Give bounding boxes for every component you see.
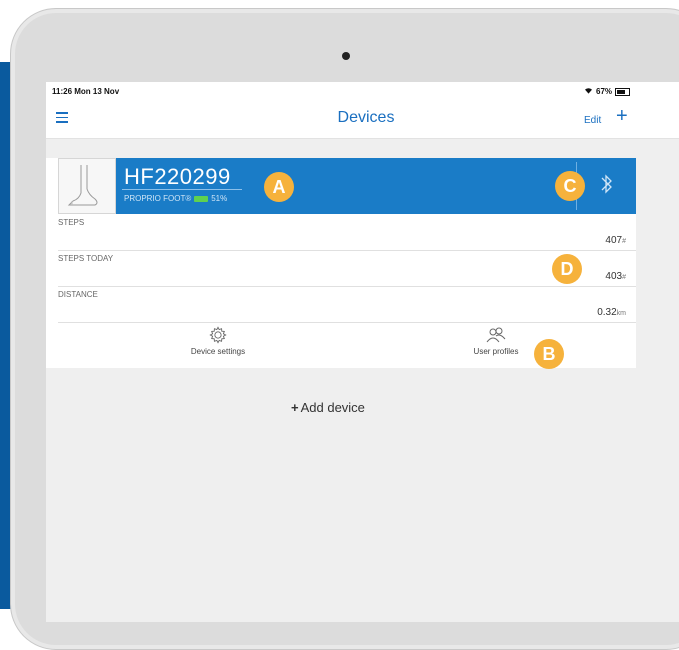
metric-label: DISTANCE (58, 290, 98, 299)
users-icon (486, 327, 506, 343)
bluetooth-icon[interactable] (599, 169, 615, 199)
metric-row-steps: STEPS 407# (58, 214, 636, 251)
battery-percent: 67% (596, 87, 613, 96)
annotation-badge-d: D (552, 254, 582, 284)
device-battery-percent: 51% (211, 194, 228, 203)
app-screen: 11:26 Mon 13 Nov 67% Devices Edit + HF22… (46, 82, 679, 622)
device-battery-icon (194, 195, 209, 202)
metric-row-steps-today: STEPS TODAY 403# (58, 250, 636, 287)
edit-button[interactable]: Edit (584, 115, 601, 126)
wifi-icon (584, 87, 593, 96)
camera-dot (342, 52, 350, 60)
device-card: HF220299 PROPRIO FOOT® 51% STEPS 407# ST… (46, 158, 636, 368)
device-settings-button[interactable]: Device settings (158, 326, 278, 356)
foot-image (58, 158, 116, 214)
annotation-badge-b: B (534, 339, 564, 369)
metric-value: 407# (605, 235, 626, 246)
add-device-label: Add device (300, 400, 365, 415)
name-underline (122, 189, 242, 190)
metric-label: STEPS (58, 218, 85, 227)
plus-icon: + (291, 400, 299, 415)
add-device-button[interactable]: + Add device (291, 400, 365, 415)
metric-value: 0.32km (597, 307, 626, 318)
gear-icon (209, 326, 227, 344)
battery-icon (615, 87, 631, 96)
metric-value: 403# (605, 271, 626, 282)
device-name: HF220299 (124, 164, 231, 189)
device-subtitle: PROPRIO FOOT® 51% (124, 194, 227, 203)
status-time: 11:26 Mon 13 Nov (52, 87, 120, 96)
nav-bar: Devices Edit + (46, 100, 679, 139)
status-bar: 11:26 Mon 13 Nov 67% (46, 82, 679, 100)
metric-row-distance: DISTANCE 0.32km (58, 286, 636, 323)
device-header[interactable]: HF220299 PROPRIO FOOT® 51% (46, 158, 636, 214)
status-indicators: 67% (584, 87, 631, 96)
annotation-badge-a: A (264, 172, 294, 202)
metric-label: STEPS TODAY (58, 254, 114, 263)
plus-icon[interactable]: + (616, 106, 628, 126)
device-model: PROPRIO FOOT® (124, 194, 192, 203)
device-settings-label: Device settings (190, 347, 246, 356)
annotation-badge-c: C (555, 171, 585, 201)
